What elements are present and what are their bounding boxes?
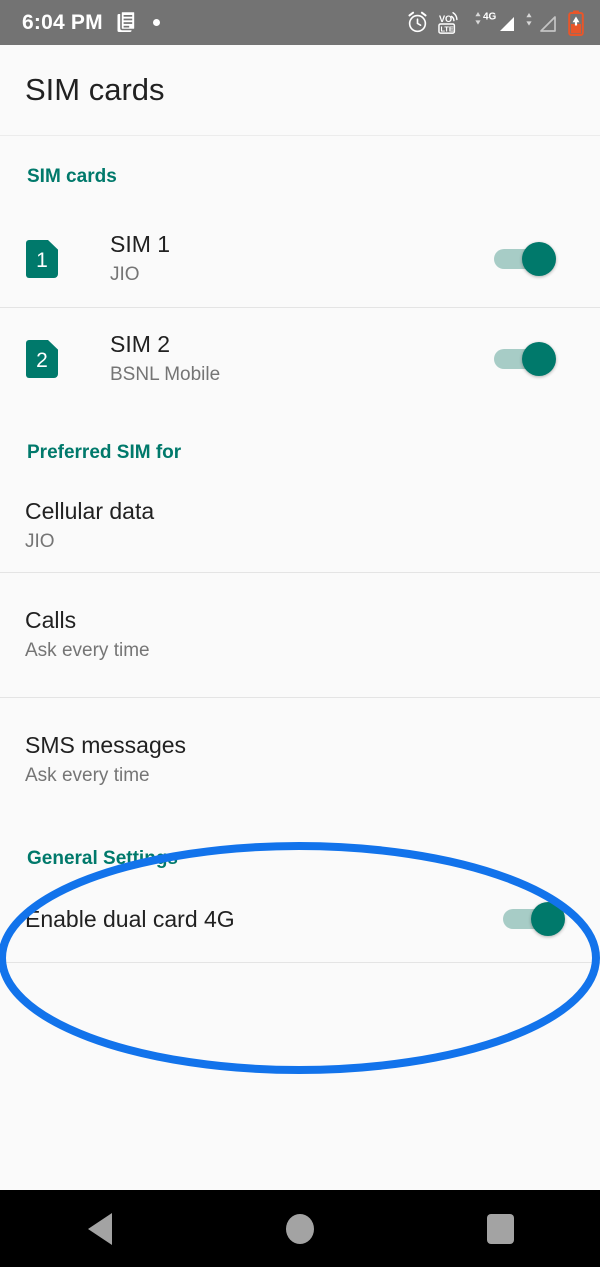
nav-home-button[interactable]	[240, 1190, 360, 1267]
list-item-cellular-data[interactable]: Cellular data JIO	[0, 480, 600, 572]
settings-content: SIM cards 1 SIM 1 JIO 2 SIM 2 BSNL Mobil…	[0, 136, 600, 1190]
alarm-icon	[406, 11, 429, 34]
list-item-title: SMS messages	[25, 731, 187, 758]
app-bar: SIM cards	[0, 45, 600, 136]
page-title: SIM cards	[25, 72, 165, 107]
document-stack-icon	[117, 11, 139, 34]
svg-text:VO: VO	[439, 14, 452, 24]
android-settings-screen: 6:04 PM VO LTE 4G SIM cards SIM cards 1 …	[0, 0, 600, 1267]
list-item-calls[interactable]: Calls Ask every time	[0, 573, 600, 697]
toggle-thumb	[522, 341, 556, 376]
status-bar-right: VO LTE 4G	[406, 10, 600, 36]
status-bar-left: 6:04 PM	[0, 11, 160, 35]
list-item-subtitle: Ask every time	[25, 764, 150, 786]
list-item-title: Calls	[25, 607, 77, 634]
nav-recents-button[interactable]	[440, 1190, 560, 1267]
navigation-bar	[0, 1190, 600, 1267]
svg-text:4G: 4G	[483, 11, 497, 22]
status-bar: 6:04 PM VO LTE 4G	[0, 0, 600, 45]
list-item-sim-2[interactable]: 2 SIM 2 BSNL Mobile	[0, 308, 600, 409]
divider	[0, 962, 600, 963]
list-item-subtitle: JIO	[110, 263, 140, 285]
list-item-subtitle: JIO	[25, 531, 55, 553]
svg-text:1: 1	[36, 249, 48, 272]
list-item-title: SIM 1	[110, 230, 171, 257]
list-item-title: SIM 2	[110, 330, 171, 357]
signal-empty-icon	[525, 10, 559, 36]
list-item-subtitle: Ask every time	[25, 640, 150, 662]
list-item-title: Enable dual card 4G	[25, 905, 235, 932]
toggle-sim-2[interactable]	[494, 341, 556, 376]
sim-card-1-icon: 1	[26, 239, 58, 278]
list-item-enable-dual-card-4g[interactable]: Enable dual card 4G	[0, 876, 600, 962]
battery-charging-icon	[568, 10, 584, 36]
toggle-sim-1[interactable]	[494, 241, 556, 276]
status-bar-clock: 6:04 PM	[22, 10, 103, 34]
list-item-sms-messages[interactable]: SMS messages Ask every time	[0, 698, 600, 821]
dot-icon	[152, 19, 160, 26]
section-header-preferred-sim-for: Preferred SIM for	[27, 442, 182, 463]
sim-card-2-icon: 2	[26, 339, 58, 378]
toggle-enable-dual-card-4g[interactable]	[503, 902, 565, 936]
section-header-sim-cards: SIM cards	[27, 166, 117, 187]
recents-square-icon	[486, 1213, 514, 1244]
toggle-thumb	[522, 241, 556, 276]
section-header-general-settings: General Settings	[27, 848, 178, 869]
toggle-thumb	[531, 902, 565, 936]
svg-text:2: 2	[36, 349, 48, 372]
list-item-sim-1[interactable]: 1 SIM 1 JIO	[0, 210, 600, 307]
home-circle-icon	[286, 1213, 314, 1244]
list-item-title: Cellular data	[25, 498, 155, 525]
signal-4g-icon: 4G	[474, 10, 516, 36]
nav-back-button[interactable]	[40, 1190, 160, 1267]
svg-text:LTE: LTE	[441, 24, 454, 33]
volte-icon: VO LTE	[438, 11, 465, 35]
list-item-subtitle: BSNL Mobile	[110, 363, 221, 385]
back-triangle-icon	[88, 1212, 112, 1245]
